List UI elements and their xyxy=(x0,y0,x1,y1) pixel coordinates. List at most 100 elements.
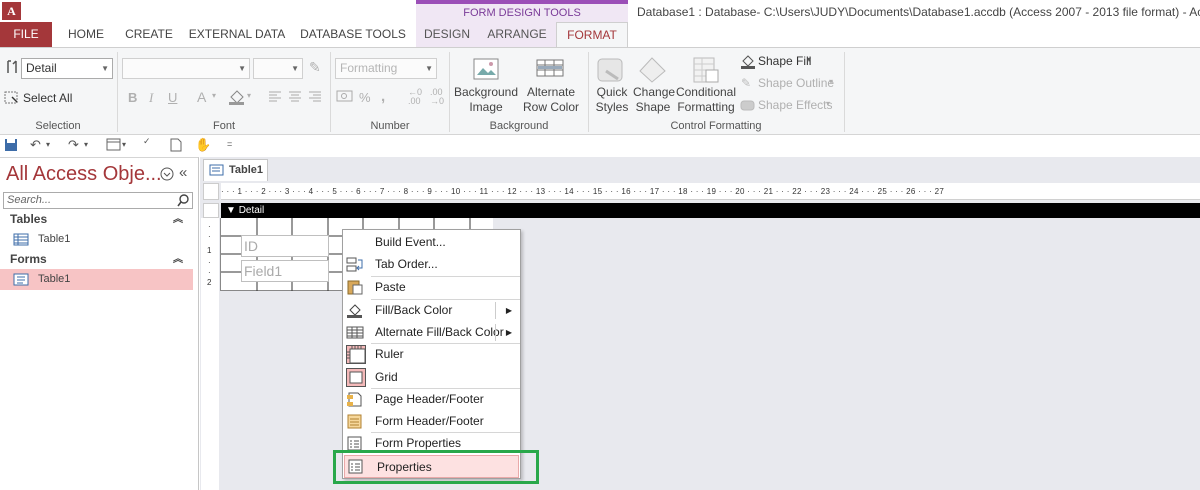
comma-button[interactable]: , xyxy=(381,88,385,105)
currency-icon[interactable] xyxy=(336,89,354,103)
underline-button[interactable]: U xyxy=(168,90,177,105)
nav-menu-chevron-icon[interactable] xyxy=(160,167,174,181)
conditional-formatting-button[interactable]: Conditional Formatting xyxy=(675,52,737,118)
change-shape-label-2: Shape xyxy=(635,100,671,114)
shape-fill-icon xyxy=(740,54,756,69)
tab-file[interactable]: FILE xyxy=(0,22,52,47)
tab-format[interactable]: FORMAT xyxy=(556,22,628,48)
ruler-mark: · xyxy=(208,222,211,231)
bold-button[interactable]: B xyxy=(128,90,137,105)
font-size-dropdown[interactable]: ▼ xyxy=(253,58,303,79)
touch-mode-icon[interactable]: ✋ xyxy=(195,137,211,153)
tab-arrange[interactable]: ARRANGE xyxy=(478,22,556,47)
background-image-button[interactable]: Background Image xyxy=(452,52,520,118)
shape-fill-button[interactable]: Shape Fill ▾ xyxy=(740,54,840,70)
ruler-number: 1 xyxy=(207,246,212,255)
horizontal-ruler[interactable]: · · · 1 · · · 2 · · · 3 · · · 4 · · · 5 … xyxy=(221,183,1200,200)
document-tab-table1[interactable]: Table1 xyxy=(203,159,268,181)
menu-item-page-header-footer[interactable]: Page Header/Footer xyxy=(343,388,520,411)
collapse-section-icon[interactable]: ︽ xyxy=(173,210,183,229)
nav-section-forms[interactable]: Forms ︽ xyxy=(0,250,195,269)
form-selector-box[interactable] xyxy=(203,183,219,200)
number-format-value: Formatting xyxy=(340,61,398,75)
chevron-down-icon: ▾ xyxy=(247,91,252,100)
new-icon[interactable] xyxy=(170,138,182,152)
alternate-row-icon xyxy=(346,326,364,339)
nav-item-form-table1[interactable]: Table1 xyxy=(0,269,193,290)
nav-item-table1[interactable]: Table1 xyxy=(0,229,193,250)
align-right-icon[interactable] xyxy=(308,90,322,102)
field-id-textbox[interactable]: ID xyxy=(241,235,329,257)
save-icon[interactable] xyxy=(4,138,18,152)
quick-access-toolbar: ↶ ▾ ↷ ▾ ▾ ✓ ✋ = xyxy=(0,135,1200,157)
menu-item-label: Fill/Back Color xyxy=(375,303,453,317)
font-color-button[interactable]: A xyxy=(197,89,206,105)
search-icon[interactable] xyxy=(177,194,190,207)
nav-pane-title[interactable]: All Access Obje... xyxy=(6,163,162,186)
view-icon[interactable] xyxy=(106,138,122,152)
tab-design[interactable]: DESIGN xyxy=(416,22,478,47)
collapse-pane-icon[interactable]: « xyxy=(179,164,187,181)
menu-item-fill-back-color[interactable]: Fill/Back Color ▶ xyxy=(343,299,520,322)
menu-item-grid[interactable]: Grid xyxy=(343,366,520,389)
tab-database-tools[interactable]: DATABASE TOOLS xyxy=(296,22,410,47)
menu-item-form-header-footer[interactable]: Form Header/Footer xyxy=(343,410,520,433)
conditional-formatting-icon xyxy=(692,56,720,84)
shape-fill-label: Shape Fill xyxy=(758,54,812,68)
tab-external-data[interactable]: EXTERNAL DATA xyxy=(184,22,290,47)
change-shape-button[interactable]: Change Shape xyxy=(633,52,675,118)
tab-create[interactable]: CREATE xyxy=(120,22,178,47)
menu-item-paste[interactable]: Paste xyxy=(343,276,520,299)
select-all-icon xyxy=(4,91,19,105)
select-all-button[interactable]: Select All xyxy=(4,90,114,108)
shape-effects-button[interactable]: Shape Effects ▾ xyxy=(740,98,840,114)
chevron-down-icon: ▾ xyxy=(84,140,89,149)
nav-section-tables[interactable]: Tables ︽ xyxy=(0,210,195,229)
spelling-icon[interactable]: ✓ xyxy=(143,136,151,147)
shape-outline-button[interactable]: ✎ Shape Outline ▾ xyxy=(740,76,840,92)
nav-item-label: Table1 xyxy=(38,233,71,245)
align-left-icon[interactable] xyxy=(268,90,282,102)
menu-item-alternate-fill-back-color[interactable]: Alternate Fill/Back Color ▶ xyxy=(343,321,520,344)
chevron-down-icon: ▾ xyxy=(212,91,217,100)
percent-button[interactable]: % xyxy=(359,90,371,105)
menu-item-label: Page Header/Footer xyxy=(375,392,484,406)
fill-color-icon xyxy=(346,302,364,318)
section-selector-box[interactable] xyxy=(203,203,219,218)
menu-item-label: Form Properties xyxy=(375,436,462,450)
menu-item-tab-order[interactable]: Tab Order... xyxy=(343,253,520,276)
alternate-row-label-1: Alternate xyxy=(526,85,576,99)
menu-item-label: Ruler xyxy=(375,347,404,361)
vertical-ruler[interactable]: · · 1 · · 2 xyxy=(201,218,219,490)
tab-home[interactable]: HOME xyxy=(58,22,114,47)
quick-styles-label-1: Quick xyxy=(596,85,628,99)
undo-icon[interactable]: ↶ xyxy=(30,137,41,153)
object-selector-dropdown[interactable]: Detail ▼ xyxy=(21,58,113,79)
number-format-dropdown[interactable]: Formatting ▼ xyxy=(335,58,437,79)
form-icon xyxy=(13,273,29,286)
navigation-pane: All Access Obje... « Search... Tables ︽ … xyxy=(0,157,199,490)
nav-search-input[interactable]: Search... xyxy=(3,192,193,209)
submenu-arrow-icon: ▶ xyxy=(505,306,512,315)
context-menu: Build Event... Tab Order... Paste Fill/B… xyxy=(342,229,521,479)
field-field1-textbox[interactable]: Field1 xyxy=(241,260,329,282)
menu-item-build-event[interactable]: Build Event... xyxy=(343,231,520,254)
menu-item-ruler[interactable]: Ruler xyxy=(343,343,520,366)
change-shape-icon xyxy=(638,56,668,84)
format-painter-icon[interactable]: ✎ xyxy=(309,59,321,76)
quick-styles-button[interactable]: Quick Styles xyxy=(591,52,633,118)
detail-section-bar[interactable]: ▼ Detail xyxy=(221,203,1200,218)
collapse-section-icon[interactable]: ︽ xyxy=(173,250,183,269)
align-center-icon[interactable] xyxy=(288,90,302,102)
customize-qat-icon[interactable]: = xyxy=(227,139,232,149)
fill-color-icon[interactable] xyxy=(227,88,247,106)
font-name-dropdown[interactable]: ▼ xyxy=(122,58,250,79)
decrease-decimals-icon[interactable]: .00 →0 xyxy=(430,88,444,106)
menu-item-label: Form Header/Footer xyxy=(375,414,484,428)
alternate-row-color-button[interactable]: Alternate Row Color xyxy=(520,52,582,118)
redo-icon[interactable]: ↷ xyxy=(68,137,79,153)
increase-decimals-icon[interactable]: ←0.00 xyxy=(408,88,422,106)
ribbon: Detail ▼ Select All Selection ▼ ▼ ✎ B I … xyxy=(0,47,1200,135)
chevron-down-icon: ▾ xyxy=(807,55,812,64)
italic-button[interactable]: I xyxy=(149,90,153,106)
